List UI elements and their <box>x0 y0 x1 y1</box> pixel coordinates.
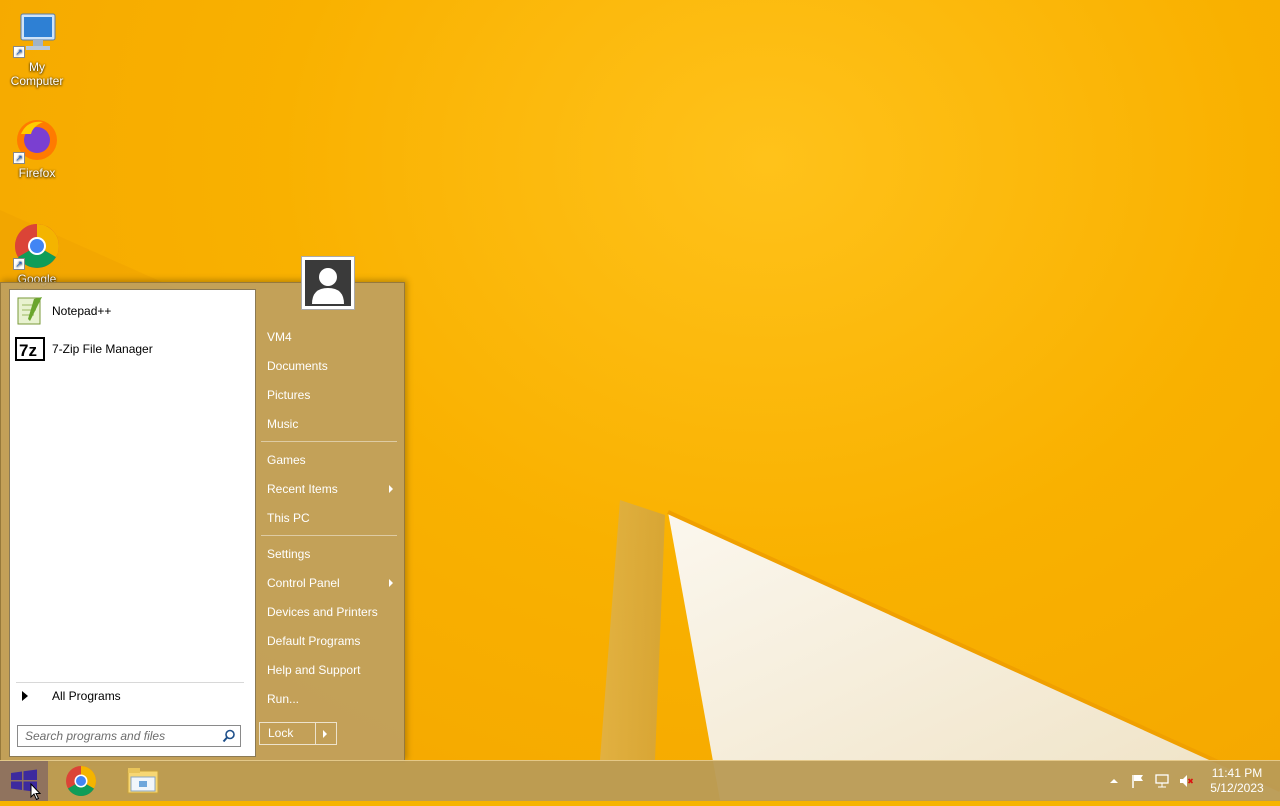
start-link-settings[interactable]: Settings <box>259 541 399 567</box>
user-silhouette-icon <box>312 268 344 304</box>
search-input[interactable]: Search programs and files <box>17 725 241 747</box>
mouse-cursor-icon <box>30 782 42 806</box>
start-link-games[interactable]: Games <box>259 447 399 473</box>
show-hidden-icons-icon[interactable] <box>1106 773 1122 789</box>
submenu-arrow-icon <box>389 579 393 587</box>
desktop-icon-label: Firefox <box>18 166 56 180</box>
start-link-help-and-support[interactable]: Help and Support <box>259 657 399 683</box>
start-link-pictures[interactable]: Pictures <box>259 382 399 408</box>
start-link-label: This PC <box>267 511 310 525</box>
chrome-icon: ↗ <box>13 222 61 270</box>
taskbar: 11:41 PM 5/12/2023 <box>0 760 1280 801</box>
7zip-icon: 7z <box>14 333 46 365</box>
computer-icon: ↗ <box>13 10 61 58</box>
all-programs-button[interactable]: All Programs <box>18 686 246 706</box>
desktop-icon-firefox[interactable]: ↗ Firefox <box>0 116 74 180</box>
shortcut-arrow-icon: ↗ <box>13 258 25 270</box>
notepadpp-icon <box>14 295 46 327</box>
start-link-label: Default Programs <box>267 634 361 648</box>
submenu-arrow-icon <box>389 485 393 493</box>
program-7zip[interactable]: 7z 7-Zip File Manager <box>14 332 250 366</box>
desktop-icon-my-computer[interactable]: ↗ My Computer <box>0 10 74 88</box>
start-link-label: Devices and Printers <box>267 605 378 619</box>
start-menu-programs-pane: Notepad++ 7z 7-Zip File Manager All Prog… <box>9 289 256 757</box>
start-link-label: VM4 <box>267 330 292 344</box>
program-notepadpp[interactable]: Notepad++ <box>14 294 250 328</box>
svg-text:7z: 7z <box>19 341 37 360</box>
lock-button-label: Lock <box>268 726 294 740</box>
program-label: 7-Zip File Manager <box>52 342 153 356</box>
start-link-label: Pictures <box>267 388 311 402</box>
search-icon[interactable] <box>222 729 236 743</box>
clock-time: 11:41 PM <box>1211 766 1263 780</box>
start-link-devices-and-printers[interactable]: Devices and Printers <box>259 599 399 625</box>
action-center-flag-icon[interactable] <box>1130 773 1146 789</box>
all-programs-label: All Programs <box>52 689 121 703</box>
lock-button[interactable]: Lock <box>259 722 337 745</box>
start-link-recent-items[interactable]: Recent Items <box>259 476 399 502</box>
start-link-label: Games <box>267 453 306 467</box>
network-icon[interactable] <box>1154 773 1170 789</box>
start-link-label: Control Panel <box>267 576 340 590</box>
shortcut-arrow-icon: ↗ <box>13 152 25 164</box>
separator <box>261 441 397 442</box>
clock-date: 5/12/2023 <box>1210 781 1264 795</box>
chrome-icon <box>66 766 97 797</box>
program-label: Notepad++ <box>52 304 112 318</box>
desktop-icon-label: My Computer <box>10 60 64 88</box>
start-link-music[interactable]: Music <box>259 411 399 437</box>
start-link-label: Run... <box>267 692 300 706</box>
start-link-vm4[interactable]: VM4 <box>259 324 399 350</box>
taskbar-file-explorer[interactable] <box>115 763 171 799</box>
file-explorer-icon <box>127 768 159 794</box>
taskbar-clock[interactable]: 11:41 PM 5/12/2023 <box>1205 766 1269 796</box>
search-placeholder: Search programs and files <box>25 729 166 743</box>
start-link-label: Help and Support <box>267 663 361 677</box>
expand-arrow-icon <box>22 691 28 701</box>
start-link-label: Music <box>267 417 299 431</box>
start-link-this-pc[interactable]: This PC <box>259 505 399 531</box>
volume-muted-icon[interactable] <box>1178 773 1194 789</box>
start-link-default-programs[interactable]: Default Programs <box>259 628 399 654</box>
start-menu: Notepad++ 7z 7-Zip File Manager All Prog… <box>0 256 405 762</box>
separator <box>16 682 244 683</box>
taskbar-chrome[interactable] <box>53 763 109 799</box>
firefox-icon: ↗ <box>13 116 61 164</box>
shortcut-arrow-icon: ↗ <box>13 46 25 58</box>
user-account-picture[interactable] <box>301 256 355 310</box>
start-link-label: Documents <box>267 359 328 373</box>
start-link-documents[interactable]: Documents <box>259 353 399 379</box>
start-link-control-panel[interactable]: Control Panel <box>259 570 399 596</box>
power-options-arrow-button[interactable] <box>315 723 336 744</box>
start-link-label: Recent Items <box>267 482 338 496</box>
separator <box>261 535 397 536</box>
start-link-run[interactable]: Run... <box>259 686 399 712</box>
start-link-label: Settings <box>267 547 311 561</box>
